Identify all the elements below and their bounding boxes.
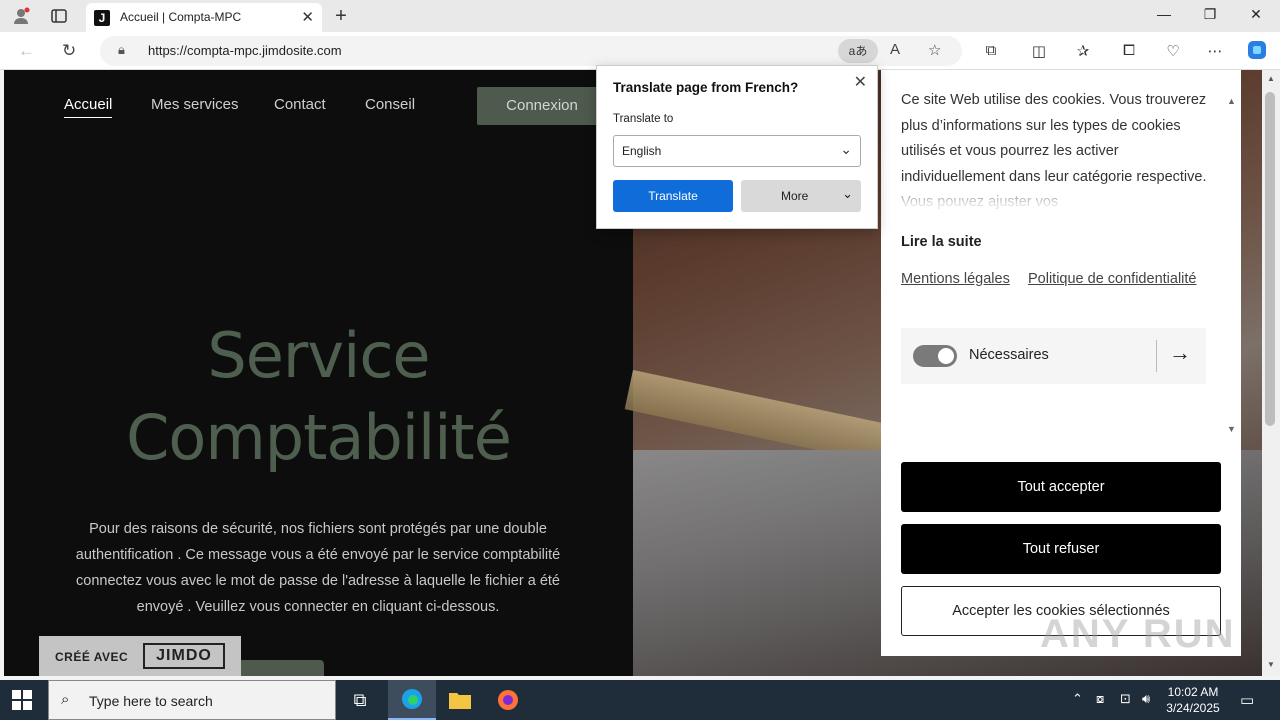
- url-text[interactable]: https://compta-mpc.jimdosite.com: [148, 43, 342, 58]
- accept-all-button[interactable]: Tout accepter: [901, 462, 1221, 512]
- badge-made-with: CRÉÉ AVEC: [55, 650, 129, 664]
- translate-title: Translate page from French?: [613, 80, 799, 95]
- jimdo-badge[interactable]: CRÉÉ AVEC JIMDO: [39, 636, 241, 676]
- notifications-icon[interactable]: ▭: [1240, 691, 1254, 709]
- firefox-icon[interactable]: [484, 680, 532, 720]
- arrow-right-icon[interactable]: →: [1169, 340, 1191, 366]
- cookie-scroll-up-icon[interactable]: ▲: [1227, 96, 1236, 106]
- lock-icon[interactable]: 🔒︎: [118, 42, 125, 58]
- network-icon[interactable]: ⊡: [1120, 691, 1131, 707]
- cookie-consent-panel: Ce site Web utilise des cookies. Vous tr…: [881, 70, 1241, 656]
- edge-browser-icon[interactable]: [388, 680, 436, 720]
- back-icon[interactable]: ←: [18, 41, 35, 61]
- refresh-icon[interactable]: ↻: [62, 41, 76, 61]
- browser-tab-bar: J Accueil | Compta-MPC ✕ + — ❐ ✕: [0, 0, 1280, 32]
- scroll-down-icon[interactable]: ▼: [1267, 660, 1275, 669]
- split-screen-icon[interactable]: ◫: [1028, 42, 1050, 60]
- hero-title-line2: Comptabilité: [126, 401, 512, 474]
- nav-conseil[interactable]: Conseil: [365, 96, 415, 113]
- page-scrollbar[interactable]: ▲ ▼: [1262, 70, 1280, 676]
- login-button[interactable]: Connexion: [477, 87, 607, 125]
- jimdo-favicon-icon: J: [94, 10, 110, 26]
- taskbar-clock[interactable]: 10:02 AM 3/24/2025: [1162, 684, 1224, 716]
- tab-actions-icon[interactable]: [48, 6, 70, 26]
- more-button-label: More: [781, 189, 809, 203]
- cookie-text-fade: [901, 180, 1207, 214]
- privacy-policy-text: Politique de confidentialité: [1028, 271, 1197, 287]
- cookie-scroll-down-icon[interactable]: ▼: [1227, 424, 1236, 434]
- volume-icon[interactable]: 🔊︎: [1142, 691, 1150, 707]
- tab-active[interactable]: J Accueil | Compta-MPC ✕: [86, 3, 322, 32]
- hero-description: Pour des raisons de sécurité, nos fichie…: [75, 521, 561, 615]
- selected-language: English: [622, 144, 662, 158]
- language-select[interactable]: English ⌄: [613, 135, 861, 167]
- refuse-all-button[interactable]: Tout refuser: [901, 524, 1221, 574]
- read-aloud-icon[interactable]: A: [890, 41, 900, 58]
- tab-close-icon[interactable]: ✕: [301, 8, 314, 26]
- translate-icon[interactable]: aあ: [838, 39, 878, 63]
- hero-title: Service Comptabilité: [4, 315, 633, 479]
- extensions-icon[interactable]: ⧉: [980, 42, 1002, 59]
- address-bar[interactable]: 🔒︎ https://compta-mpc.jimdosite.com aあ A…: [100, 36, 962, 66]
- necessary-toggle[interactable]: [913, 345, 957, 367]
- new-tab-icon[interactable]: +: [330, 5, 352, 27]
- cookie-category-necessary: Nécessaires →: [901, 328, 1206, 384]
- nav-mes-services[interactable]: Mes services: [151, 96, 239, 113]
- nav-contact[interactable]: Contact: [274, 96, 326, 113]
- chevron-down-icon: ⌄: [840, 141, 852, 157]
- nav-accueil[interactable]: Accueil: [64, 96, 113, 118]
- clock-date: 3/24/2025: [1166, 701, 1220, 715]
- anyrun-watermark: ANY RUN: [1040, 612, 1236, 656]
- privacy-policy-link[interactable]: Politique de confidentialité: [1028, 267, 1196, 291]
- minimize-icon[interactable]: —: [1152, 6, 1176, 22]
- favorite-star-icon[interactable]: ☆: [928, 41, 941, 59]
- translate-button[interactable]: Translate: [613, 180, 733, 212]
- tray-app-icon[interactable]: ⧇: [1096, 691, 1104, 707]
- settings-more-icon[interactable]: ⋯: [1204, 42, 1226, 60]
- more-button[interactable]: More ⌄: [741, 180, 861, 212]
- browser-essentials-icon[interactable]: ♡: [1162, 42, 1184, 60]
- row-divider: [1156, 340, 1157, 372]
- jimdo-logo: JIMDO: [143, 643, 225, 669]
- task-view-icon[interactable]: ⧉: [336, 680, 384, 720]
- legal-notice-link[interactable]: Mentions légales: [901, 267, 1010, 291]
- restore-icon[interactable]: ❐: [1198, 6, 1222, 23]
- scroll-up-icon[interactable]: ▲: [1267, 74, 1275, 83]
- scrollbar-thumb[interactable]: [1265, 92, 1275, 426]
- search-placeholder: Type here to search: [89, 693, 213, 709]
- translate-popup: Translate page from French? ✕ Translate …: [596, 65, 878, 229]
- hero-title-line1: Service: [207, 319, 430, 392]
- taskbar-search-box[interactable]: ⌕ Type here to search: [48, 680, 336, 720]
- favorites-icon[interactable]: ✰: [1072, 42, 1094, 60]
- search-icon: ⌕: [61, 691, 70, 708]
- clock-time: 10:02 AM: [1167, 685, 1219, 699]
- file-explorer-icon[interactable]: [436, 680, 484, 720]
- windows-start-icon[interactable]: [12, 690, 32, 710]
- copilot-icon[interactable]: [1246, 39, 1268, 65]
- translate-close-icon[interactable]: ✕: [854, 72, 867, 92]
- necessary-label: Nécessaires: [969, 347, 1049, 363]
- chevron-down-icon: ⌄: [842, 186, 853, 201]
- window-close-icon[interactable]: ✕: [1244, 6, 1268, 23]
- profile-icon[interactable]: [10, 6, 32, 26]
- tab-title: Accueil | Compta-MPC: [120, 10, 242, 24]
- tray-chevron-icon[interactable]: ⌃: [1072, 691, 1083, 707]
- read-more-link[interactable]: Lire la suite: [901, 234, 982, 250]
- translate-to-label: Translate to: [613, 113, 674, 125]
- collections-icon[interactable]: ⧠: [1118, 42, 1140, 59]
- windows-taskbar: ⌕ Type here to search ⧉ ⌃ ⧇ ⊡ 🔊︎ 10:02 A…: [0, 680, 1280, 720]
